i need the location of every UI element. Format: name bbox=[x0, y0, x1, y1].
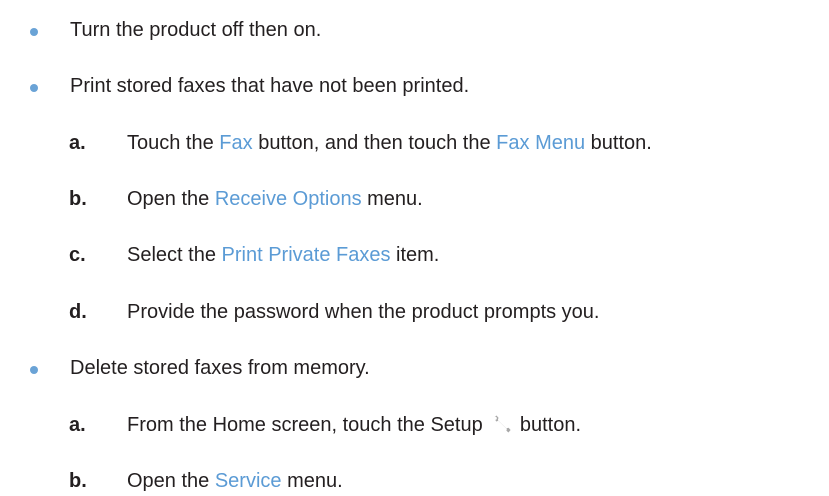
bullet-dot bbox=[30, 28, 38, 36]
bullet-dot bbox=[30, 366, 38, 374]
menu-term: Service bbox=[214, 470, 282, 492]
step-item: c. Select the Print Private Faxes item. bbox=[0, 240, 829, 270]
step-text: Touch the Fax button, and then touch the… bbox=[127, 132, 652, 154]
fax-menu-term: Fax Menu bbox=[496, 132, 586, 154]
bullet-item: Delete stored faxes from memory. bbox=[0, 353, 829, 383]
bullet-text: Turn the product off then on. bbox=[70, 19, 322, 41]
step-text: Provide the password when the product pr… bbox=[127, 301, 600, 323]
step-letter: c. bbox=[69, 244, 86, 266]
step-letter: b. bbox=[69, 470, 87, 492]
step-text: Select the Print Private Faxes item. bbox=[127, 244, 440, 266]
step-text: From the Home screen, touch the Setup bu… bbox=[127, 414, 582, 436]
menu-term: Print Private Faxes bbox=[221, 244, 391, 266]
step-letter: b. bbox=[69, 188, 87, 210]
step-letter: a. bbox=[69, 414, 86, 436]
step-item: a. Touch the Fax button, and then touch … bbox=[0, 128, 829, 158]
bullet-text: Delete stored faxes from memory. bbox=[70, 357, 370, 379]
step-text: Open the Service menu. bbox=[127, 470, 343, 492]
bullet-item: Turn the product off then on. bbox=[0, 15, 829, 45]
fax-menu-term: Fax bbox=[219, 132, 253, 154]
step-text: Open the Receive Options menu. bbox=[127, 188, 423, 210]
step-letter: a. bbox=[69, 132, 86, 154]
step-item: d. Provide the password when the product… bbox=[0, 297, 829, 327]
bullet-item: Print stored faxes that have not been pr… bbox=[0, 71, 829, 101]
bullet-text: Print stored faxes that have not been pr… bbox=[70, 75, 470, 97]
step-letter: d. bbox=[69, 301, 87, 323]
wrench-icon bbox=[490, 414, 512, 434]
step-item: b. Open the Service menu. bbox=[0, 466, 829, 496]
menu-term: Receive Options bbox=[214, 188, 362, 210]
step-item: a. From the Home screen, touch the Setup… bbox=[0, 410, 829, 440]
step-item: b. Open the Receive Options menu. bbox=[0, 184, 829, 214]
bullet-dot bbox=[30, 84, 38, 92]
